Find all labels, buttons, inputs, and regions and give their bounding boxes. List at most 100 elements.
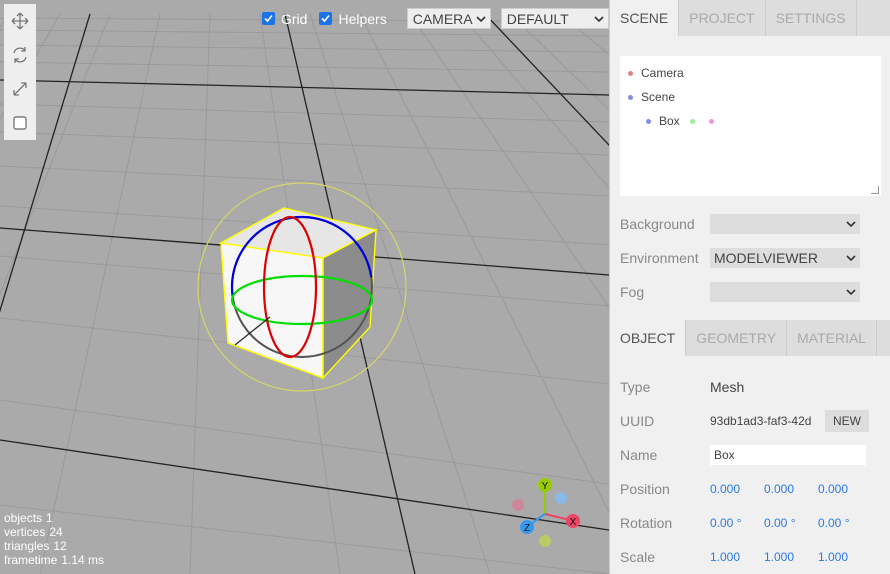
- scale-button[interactable]: [4, 72, 36, 106]
- y-axis-label: Y: [542, 481, 549, 492]
- scale-row: Scale 1.000 1.000 1.000: [610, 540, 890, 574]
- object-panel-tabs: OBJECT GEOMETRY MATERIAL: [610, 320, 890, 356]
- neg-z-axis-handle[interactable]: [555, 492, 567, 504]
- x-axis-label: X: [570, 517, 577, 528]
- chevron-down-icon: [846, 255, 856, 262]
- scene-outliner[interactable]: Camera Scene Box: [620, 56, 881, 196]
- uuid-label: UUID: [620, 413, 655, 429]
- environment-select[interactable]: MODELVIEWER: [710, 248, 860, 268]
- objects-value: 1: [46, 511, 53, 525]
- scale-label: Scale: [620, 549, 656, 565]
- chevron-down-icon: [476, 15, 486, 22]
- tab-settings[interactable]: SETTINGS: [766, 0, 857, 36]
- fog-label: Fog: [620, 284, 645, 300]
- environment-label: Environment: [620, 250, 699, 266]
- frametime-label: frametime: [4, 553, 58, 567]
- uuid-row: UUID 93db1ad3-faf3-42d NEW: [610, 404, 890, 438]
- type-label: Type: [620, 379, 651, 395]
- viewport[interactable]: Grid Helpers CAMERA DEFAULT objects 1 ver…: [0, 0, 609, 574]
- rotation-z-input[interactable]: 0.00 °: [818, 516, 872, 530]
- camera-select-value: CAMERA: [412, 10, 473, 27]
- mesh-dot-icon: [646, 118, 651, 124]
- triangles-label: triangles: [4, 539, 50, 553]
- shading-select[interactable]: DEFAULT: [500, 8, 609, 29]
- rotation-y-input[interactable]: 0.00 °: [764, 516, 818, 530]
- rotation-row: Rotation 0.00 ° 0.00 ° 0.00 °: [610, 506, 890, 540]
- background-label: Background: [620, 216, 695, 232]
- local-toggle-button[interactable]: [4, 106, 36, 140]
- rotation-label: Rotation: [620, 515, 673, 531]
- scale-y-input[interactable]: 1.000: [764, 550, 818, 564]
- grid-checkbox[interactable]: [262, 12, 275, 25]
- position-x-input[interactable]: 0.000: [710, 482, 764, 496]
- rotate-icon: [13, 47, 27, 63]
- scale-icon: [13, 82, 27, 96]
- chevron-down-icon: [846, 221, 856, 228]
- vertices-value: 24: [49, 525, 63, 539]
- name-input[interactable]: Box: [710, 445, 866, 465]
- rotation-x-input[interactable]: 0.00 °: [710, 516, 764, 530]
- neg-x-axis-handle[interactable]: [512, 499, 524, 511]
- type-row: Type Mesh: [610, 370, 890, 404]
- neg-y-axis-handle[interactable]: [539, 535, 551, 547]
- type-value: Mesh: [710, 379, 745, 395]
- scale-x-input[interactable]: 1.000: [710, 550, 764, 564]
- uuid-value: 93db1ad3-faf3-42d: [710, 414, 812, 428]
- new-uuid-button[interactable]: NEW: [825, 410, 869, 432]
- tab-scene[interactable]: SCENE: [610, 0, 680, 36]
- objects-label: objects: [4, 511, 43, 525]
- position-label: Position: [620, 481, 670, 497]
- tab-project[interactable]: PROJECT: [679, 0, 766, 36]
- translate-icon: [11, 12, 29, 30]
- rotate-button[interactable]: [4, 38, 36, 72]
- triangles-value: 12: [53, 539, 67, 553]
- tab-object[interactable]: OBJECT: [610, 320, 687, 356]
- sidebar: SCENE PROJECT SETTINGS Camera Scene Box …: [609, 0, 890, 574]
- check-icon: [264, 14, 273, 23]
- object-properties: Type Mesh UUID 93db1ad3-faf3-42d NEW Nam…: [610, 370, 890, 574]
- outliner-item-label: Box: [659, 114, 680, 128]
- vertices-label: vertices: [4, 525, 46, 539]
- environment-value: MODELVIEWER: [714, 250, 818, 266]
- view-helper-gizmo[interactable]: Y X Z: [500, 472, 600, 552]
- position-z-input[interactable]: 0.000: [818, 482, 872, 496]
- camera-select[interactable]: CAMERA: [406, 8, 491, 29]
- outliner-item-label: Camera: [641, 66, 684, 80]
- material-dot-icon: [708, 118, 714, 124]
- sidebar-tabs: SCENE PROJECT SETTINGS: [610, 0, 890, 36]
- fog-select[interactable]: [710, 282, 860, 302]
- transform-toolbar: [4, 4, 36, 140]
- name-row: Name Box: [610, 438, 890, 472]
- outliner-item-camera[interactable]: Camera: [628, 61, 873, 85]
- grid-toggle[interactable]: Grid: [262, 11, 307, 27]
- outliner-item-scene[interactable]: Scene: [628, 85, 873, 109]
- translate-button[interactable]: [4, 4, 36, 38]
- grid-label: Grid: [281, 10, 308, 27]
- environment-row: Environment MODELVIEWER: [610, 241, 890, 275]
- tab-material[interactable]: MATERIAL: [787, 320, 878, 356]
- geometry-dot-icon: [689, 118, 695, 124]
- outliner-item-label: Scene: [641, 90, 676, 104]
- shading-select-value: DEFAULT: [506, 10, 569, 27]
- check-icon: [321, 14, 331, 23]
- scene-dot-icon: [628, 94, 633, 100]
- position-y-input[interactable]: 0.000: [764, 482, 818, 496]
- render-info: objects 1 vertices 24 triangles 12 frametim…: [4, 511, 108, 567]
- helpers-toggle[interactable]: Helpers: [319, 11, 387, 27]
- background-select[interactable]: [710, 214, 860, 234]
- chevron-down-icon: [594, 15, 604, 22]
- scale-z-input[interactable]: 1.000: [818, 550, 872, 564]
- tab-geometry[interactable]: GEOMETRY: [686, 320, 788, 356]
- camera-dot-icon: [628, 70, 633, 76]
- helpers-checkbox[interactable]: [319, 12, 333, 25]
- chevron-down-icon: [846, 289, 856, 296]
- position-row: Position 0.000 0.000 0.000: [610, 472, 890, 506]
- resize-grip-icon[interactable]: [871, 186, 879, 194]
- outliner-item-box[interactable]: Box: [628, 109, 873, 133]
- frametime-value: 1.14 ms: [61, 553, 105, 567]
- z-axis-label: Z: [524, 523, 530, 534]
- fog-row: Fog: [610, 275, 890, 309]
- viewport-menu: Grid Helpers CAMERA DEFAULT: [262, 8, 609, 29]
- local-toggle-icon: [13, 116, 27, 130]
- name-label: Name: [620, 447, 658, 463]
